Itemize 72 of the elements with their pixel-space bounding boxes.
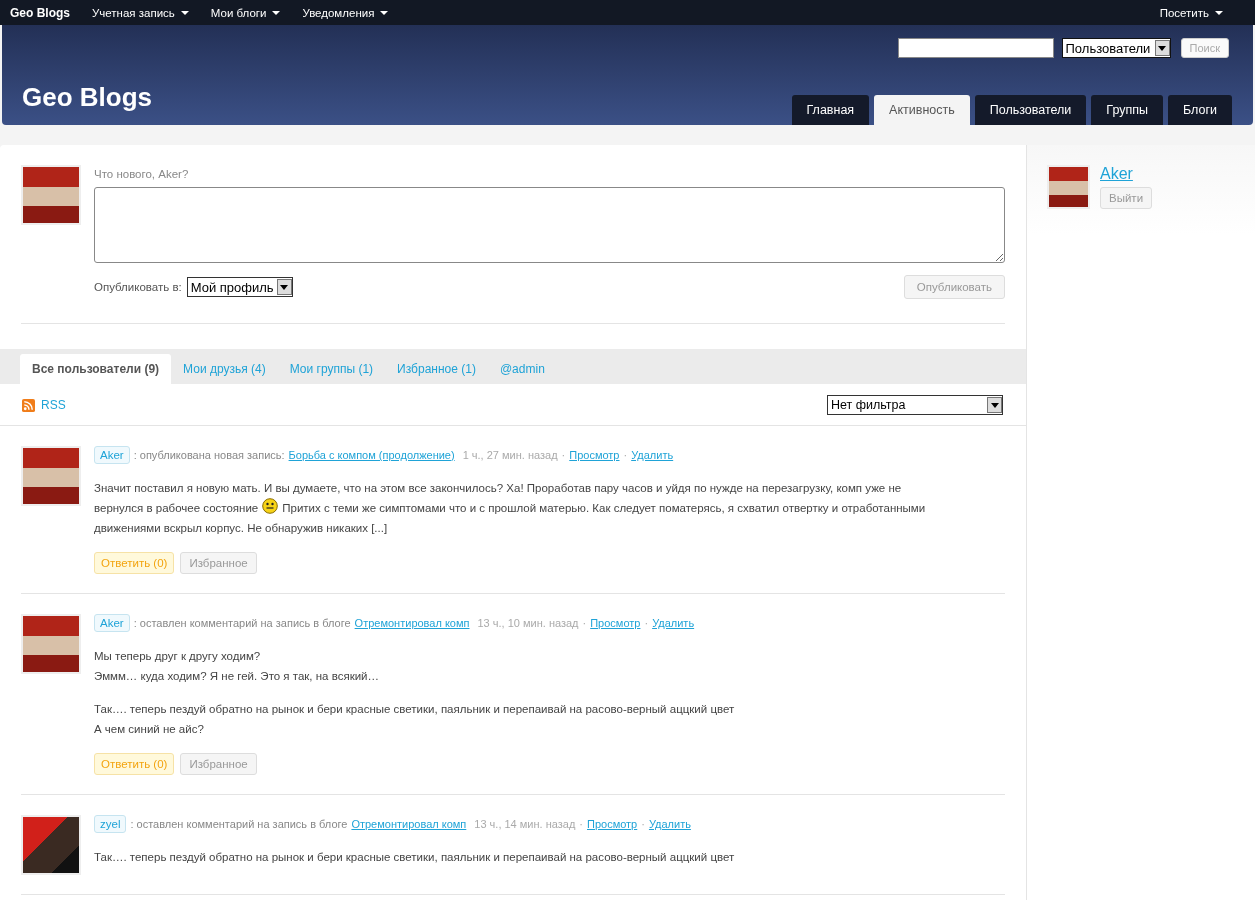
nav-tab[interactable]: Блоги [1168,95,1232,125]
activity-text: движениями вскрыл корпус. Не обнаружив никаких [...] [94,522,388,534]
avatar-placeholder [21,815,81,875]
separator-dot: · [579,818,583,830]
delete-link[interactable]: Удалить [631,449,674,461]
activity-tab[interactable]: Все пользователи (9) [20,354,172,384]
post-textarea[interactable] [94,187,1005,263]
nav-tab[interactable]: Группы [1091,95,1163,125]
activity-action: : оставлен комментарий на запись в блоге [133,617,351,629]
delete-link[interactable]: Удалить [652,617,695,629]
separator-dot: · [582,617,587,629]
user-link[interactable]: Aker [94,446,130,464]
search-scope-select[interactable]: Пользователи [1061,38,1171,58]
visit-menu[interactable]: Посетить [1159,6,1223,19]
favorite-button[interactable]: Избранное [180,552,257,574]
activity-action: : опубликована новая запись: [133,449,285,461]
activity-text: Значит поставил я новую мать. И вы думаете, что на этом все закончилось? Ха! Проработав пару часов и уйдя по нужде на перезагрузку, комп уже не [94,482,902,494]
activity-text: вернулся в рабочее состояние [94,502,259,514]
activity-text: Так…. теперь пездуй обратно на рынок и бери красные светики, паяльник и перепаивай на расово-верный аццкий цвет [94,703,735,715]
user-link[interactable]: zyel [94,815,127,833]
site-name-link[interactable]: Geo Blogs [10,5,70,20]
rss-link[interactable]: RSS [41,398,66,412]
publish-button[interactable]: Опубликовать [903,275,1005,299]
filter-select[interactable]: Нет фильтра [827,395,1003,415]
rss-icon [22,398,35,412]
reply-button[interactable]: Ответить (0) [94,552,175,574]
separator-dot: · [641,818,645,830]
activity-action: : оставлен комментарий на запись в блоге [130,818,348,830]
activity-text: Мы теперь друг к другу ходим? [94,650,261,662]
nav-tab[interactable]: Пользователи [974,95,1087,125]
admin-menu-item[interactable]: Мои блоги [210,6,281,19]
separator-dot: · [644,617,649,629]
search-field[interactable] [897,38,1054,58]
post-link[interactable]: Борьба с компом (продолжение) [288,449,455,461]
admin-menu-item[interactable]: Уведомления [302,6,389,19]
reply-button[interactable]: Ответить (0) [94,753,175,775]
post-link[interactable]: Отремонтировал комп [351,818,467,830]
post-in-label: Опубликовать в: [94,281,182,293]
separator-dot: · [623,449,628,461]
activity-time: 13 ч., 14 мин. назад [474,818,576,830]
activity-time: 1 ч., 27 мин. назад [462,449,558,461]
smiley-icon [262,498,279,514]
activity-tab[interactable]: Мои друзья (4) [171,354,278,384]
nav-tab[interactable]: Активность [874,95,970,125]
post-prompt: Что нового, Aker? [94,168,190,180]
separator-dot: · [561,449,566,461]
view-link[interactable]: Просмотр [569,449,620,461]
site-title[interactable]: Geo Blogs [22,82,152,113]
activity-time: 13 ч., 10 мин. назад [477,617,579,629]
activity-text: Так…. теперь пездуй обратно на рынок и бери красные светики, паяльник и перепаивай на расово-верный аццкий цвет [94,851,735,863]
post-link[interactable]: Отремонтировал комп [354,617,470,629]
delete-link[interactable]: Удалить [648,818,691,830]
activity-text: Эммм… куда ходим? Я не гей. Это я так, на всякий… [94,670,380,682]
search-button[interactable]: Поиск [1180,38,1229,58]
admin-menu-item[interactable]: Учетная запись [92,6,189,19]
avatar-placeholder [21,165,81,225]
view-link[interactable]: Просмотр [587,818,638,830]
logout-button[interactable]: Выйти [1100,187,1153,209]
view-link[interactable]: Просмотр [590,617,641,629]
activity-tab[interactable]: Избранное (1) [385,354,488,384]
activity-text: Притих с теми же симптомами что и с прошлой матерью. Как следует поматерясь, я схватил отвертку и отработанными [282,502,926,514]
activity-tab[interactable]: Мои группы (1) [277,354,386,384]
user-link[interactable]: Aker [94,614,130,632]
nav-tab[interactable]: Главная [791,95,870,125]
user-link[interactable]: Aker [1100,165,1133,183]
avatar-placeholder [21,446,81,506]
favorite-button[interactable]: Избранное [180,753,257,775]
avatar-placeholder [21,614,81,674]
avatar-placeholder [1047,165,1090,209]
post-in-select[interactable]: Мой профиль [186,277,293,297]
activity-tab[interactable]: @admin [487,354,557,384]
activity-text: А чем синий не айс? [94,723,204,735]
